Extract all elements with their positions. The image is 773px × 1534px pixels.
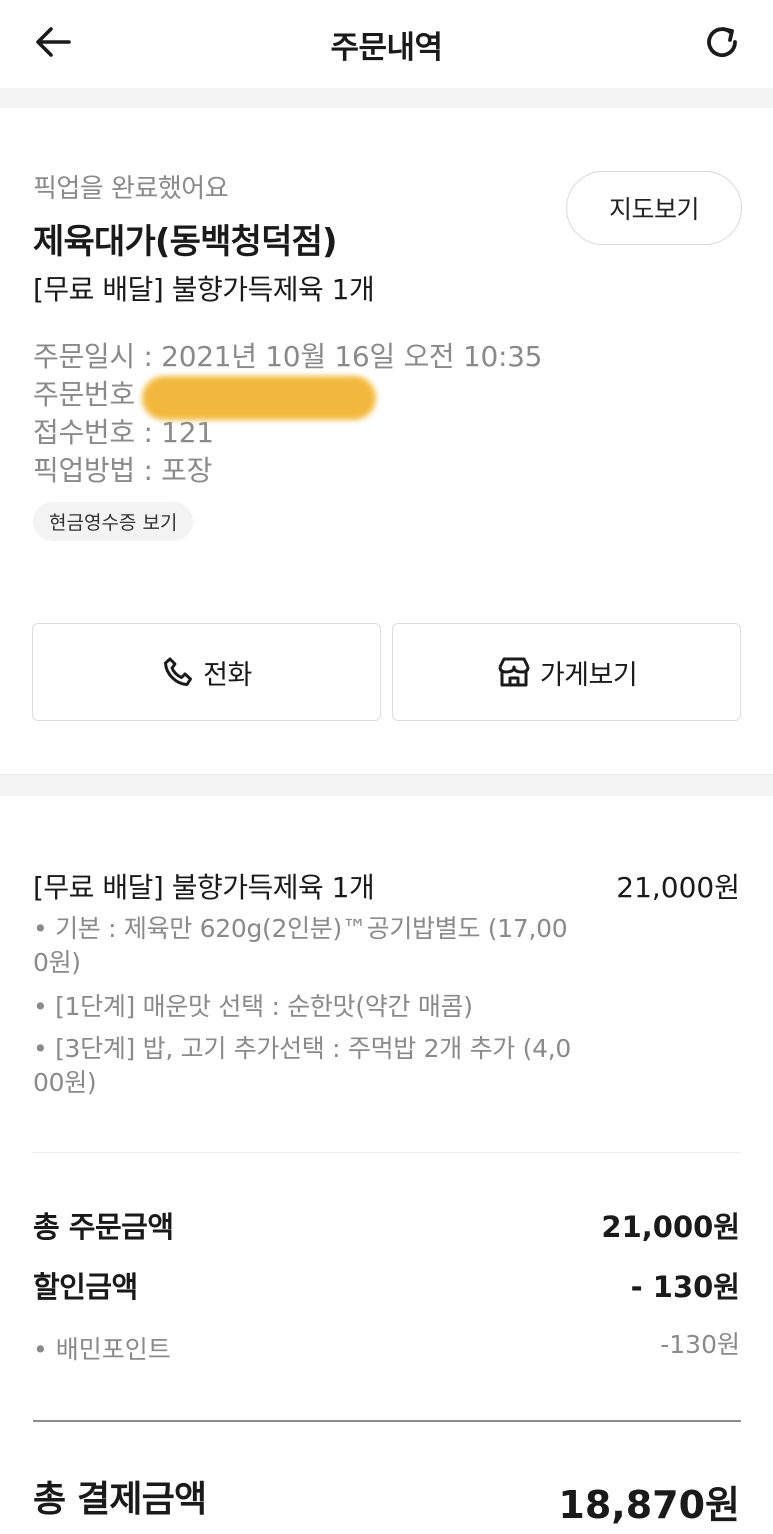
menu-item-price: 21,000원 xyxy=(616,871,740,904)
store-view-button[interactable]: 가게보기 xyxy=(392,623,741,721)
call-button-label: 전화 xyxy=(203,659,252,691)
total-order-label: 총 주문금액 xyxy=(33,1210,174,1244)
phone-icon xyxy=(161,655,195,689)
map-view-button[interactable]: 지도보기 xyxy=(566,171,742,245)
section-divider xyxy=(0,774,773,796)
menu-option: • [1단계] 매운맛 선택 : 순한맛(약간 매콤) xyxy=(33,992,473,1021)
menu-item-name: [무료 배달] 불향가득제육 1개 xyxy=(33,871,375,904)
order-status: 픽업을 완료했어요 xyxy=(33,174,229,204)
order-datetime: 주문일시 : 2021년 10월 16일 오전 10:35 xyxy=(33,340,543,373)
section-divider xyxy=(0,88,773,108)
menu-summary: [무료 배달] 불향가득제육 1개 xyxy=(33,273,375,306)
point-value: -130원 xyxy=(660,1330,740,1359)
divider-line xyxy=(33,1420,741,1422)
total-order-value: 21,000원 xyxy=(601,1210,740,1244)
point-label: • 배민포인트 xyxy=(33,1335,171,1364)
total-payment-value: 18,870원 xyxy=(558,1483,740,1527)
pickup-method: 픽업방법 : 포장 xyxy=(33,454,213,487)
store-name: 제육대가(동백청덕점) xyxy=(33,222,338,262)
redaction-mark xyxy=(142,376,376,420)
divider-line xyxy=(33,1152,741,1153)
discount-value: - 130원 xyxy=(630,1270,740,1304)
order-history-page: 주문내역 픽업을 완료했어요 제육대가(동백청덕점) [무료 배달] 불향가득제… xyxy=(0,0,773,1534)
refresh-icon xyxy=(702,22,742,66)
store-icon xyxy=(496,655,532,689)
page-title: 주문내역 xyxy=(330,30,443,66)
refresh-button[interactable] xyxy=(697,18,747,70)
call-button[interactable]: 전화 xyxy=(32,623,381,721)
top-bar: 주문내역 xyxy=(0,0,773,88)
menu-option: • [3단계] 밥, 고기 추가선택 : 주먹밥 2개 추가 (4,000원) xyxy=(33,1034,571,1097)
menu-options: • 기본 : 제육만 620g(2인분)™공기밥별도 (17,000원) • [… xyxy=(33,912,578,1108)
store-button-label: 가게보기 xyxy=(539,659,638,691)
menu-option: • 기본 : 제육만 620g(2인분)™공기밥별도 (17,000원) xyxy=(33,914,568,977)
cash-receipt-button[interactable]: 현금영수증 보기 xyxy=(33,502,194,541)
discount-label: 할인금액 xyxy=(33,1270,138,1304)
total-payment-label: 총 결제금액 xyxy=(33,1479,207,1520)
